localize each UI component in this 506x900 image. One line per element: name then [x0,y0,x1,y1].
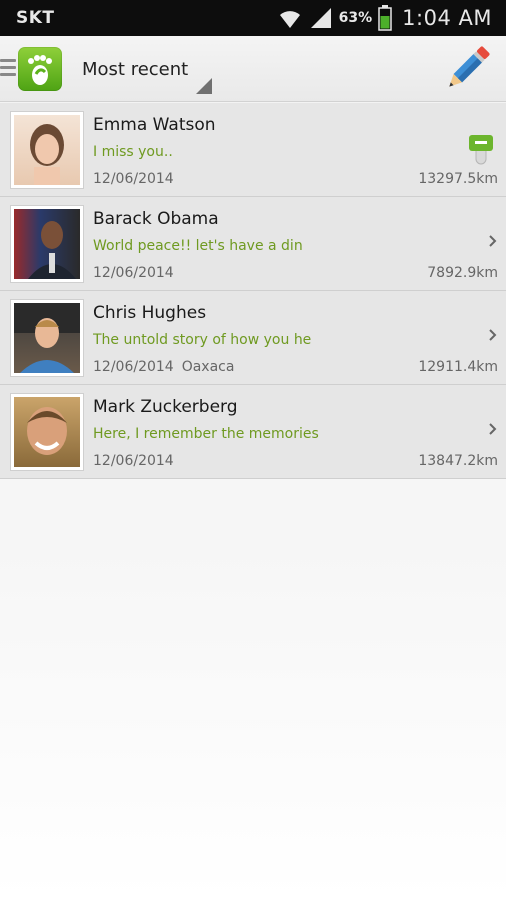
message-preview: Here, I remember the memories [93,426,319,442]
message-preview: World peace!! let's have a din [93,238,303,254]
status-icons: 63% 1:04 AM [277,4,492,32]
message-date: 12/06/2014 [93,265,174,281]
carrier-label: SKT [16,8,55,28]
distance: 12911.4km [418,359,498,375]
message-row[interactable]: Barack Obama World peace!! let's have a … [0,197,506,291]
clock: 1:04 AM [402,6,492,30]
avatar [10,299,84,377]
app-logo-icon[interactable] [18,47,62,91]
date-text: 12/06/2014 [93,171,174,187]
chevron-right-icon[interactable] [488,327,498,343]
contact-name: Mark Zuckerberg [93,397,238,417]
date-text: 12/06/2014 [93,265,174,281]
location-text: Oaxaca [181,359,235,375]
lock-icon[interactable] [468,133,494,167]
status-bar: SKT 63% 1:04 AM [0,0,506,36]
chevron-right-icon[interactable] [488,421,498,437]
avatar [10,393,84,471]
battery-icon [378,5,392,31]
message-row[interactable]: Chris Hughes The untold story of how you… [0,291,506,385]
message-date: 12/06/2014 [93,171,174,187]
message-preview: The untold story of how you he [93,332,312,348]
date-text: 12/06/2014 [93,453,174,469]
signal-icon [310,8,331,28]
dropdown-corner-icon [196,78,212,94]
sort-dropdown[interactable]: Most recent [78,48,214,94]
menu-icon[interactable] [0,59,16,79]
app-header: Most recent [0,36,506,102]
avatar [10,205,84,283]
chevron-right-icon[interactable] [488,233,498,249]
distance: 13847.2km [418,453,498,469]
avatar [10,111,84,189]
contact-name: Barack Obama [93,209,219,229]
date-text: 12/06/2014 [93,359,174,375]
message-row[interactable]: Mark Zuckerberg Here, I remember the mem… [0,385,506,479]
contact-name: Emma Watson [93,115,216,135]
sort-selected-label: Most recent [82,59,189,80]
distance: 13297.5km [418,171,498,187]
battery-percent: 63% [338,10,373,26]
wifi-icon [277,11,300,28]
distance: 7892.9km [427,265,498,281]
message-row[interactable]: Emma Watson I miss you.. 12/06/2014 1329… [0,103,506,197]
message-date: 12/06/2014 [93,453,174,469]
message-preview: I miss you.. [93,144,173,160]
pencil-icon[interactable] [442,44,492,94]
message-list: Emma Watson I miss you.. 12/06/2014 1329… [0,103,506,479]
message-date: 12/06/2014 Oaxaca [93,359,234,375]
contact-name: Chris Hughes [93,303,207,323]
